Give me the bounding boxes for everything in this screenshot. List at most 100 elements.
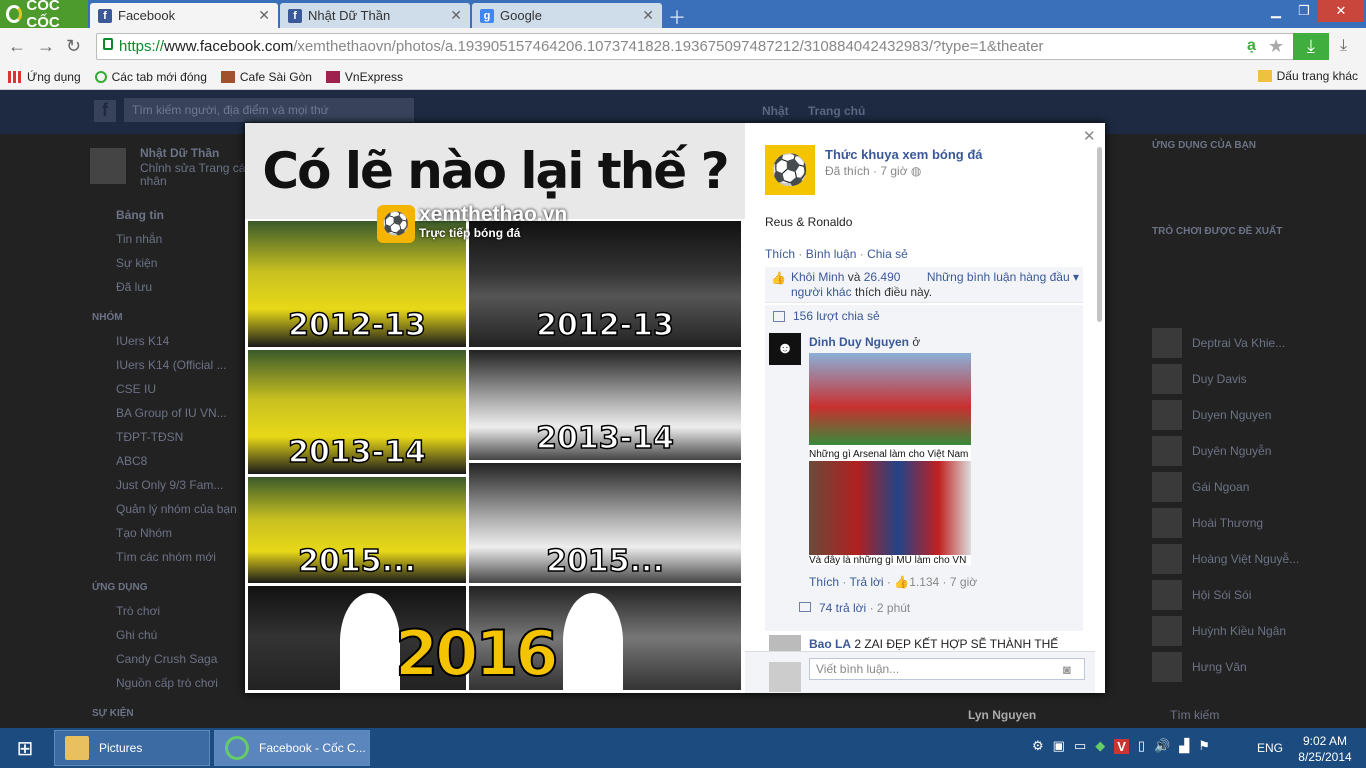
avatar[interactable] — [1152, 652, 1182, 682]
tab-nhat-du-than[interactable]: f Nhật Dữ Thần ✕ — [280, 3, 470, 28]
likes-others-link[interactable]: người khác — [791, 285, 852, 299]
reload-button[interactable]: ↻ — [66, 36, 81, 57]
sidebar-item[interactable]: Tạo Nhóm — [116, 526, 172, 540]
close-tab-icon[interactable]: ✕ — [258, 7, 270, 24]
avatar[interactable] — [90, 148, 126, 184]
sidebar-item[interactable]: BA Group of IU VN... — [116, 406, 227, 420]
comment-image-top[interactable] — [809, 353, 971, 461]
comment-likes-count[interactable]: 👍1.134 — [894, 575, 939, 589]
sidebar-item[interactable]: Nguồn cấp trò chơi — [116, 676, 218, 690]
facebook-logo-icon[interactable]: f — [94, 100, 116, 122]
bookmark-cafe-sai-gon[interactable]: Cafe Sài Gòn — [220, 70, 312, 84]
chat-friend[interactable]: Duyen Nguyen — [1192, 408, 1271, 422]
chat-search-input[interactable]: Tìm kiếm — [1170, 708, 1219, 722]
avatar[interactable] — [1152, 544, 1182, 574]
chat-friend[interactable]: Hoàng Việt Nguyễ... — [1192, 552, 1299, 566]
avatar[interactable] — [1152, 580, 1182, 610]
bookmark-recent-tabs[interactable]: Các tab mới đóng — [94, 70, 207, 84]
avatar[interactable] — [1152, 436, 1182, 466]
sidebar-item[interactable]: Just Only 9/3 Fam... — [116, 478, 223, 492]
camera-icon[interactable]: ◙ — [1063, 662, 1071, 677]
sidebar-item[interactable]: Sự kiện — [116, 256, 157, 270]
network-tools-icon[interactable]: ⚙ — [1032, 738, 1044, 754]
close-tab-icon[interactable]: ✕ — [450, 7, 462, 24]
chat-tab[interactable]: Lyn Nguyen — [968, 708, 1036, 722]
sidebar-item[interactable]: Quản lý nhóm của bạn — [116, 502, 237, 516]
sidebar-item[interactable]: IUers K14 — [116, 334, 169, 348]
system-clock[interactable]: 9:02 AM 8/25/2014 — [1292, 733, 1358, 765]
sidebar-item[interactable]: Bảng tin — [116, 208, 164, 222]
sidebar-item[interactable]: Ghi chú — [116, 628, 157, 642]
sidebar-item[interactable]: ABC8 — [116, 454, 147, 468]
tab-facebook[interactable]: f Facebook ✕ — [90, 3, 278, 28]
security-icon[interactable]: ◆ — [1095, 738, 1105, 754]
minimize-button[interactable]: ▁ — [1262, 0, 1290, 22]
bookmark-star-icon[interactable]: ★ — [1268, 36, 1284, 57]
photo-image[interactable]: Có lẽ nào lại thế ? 2012-13 2012-13 2013… — [245, 123, 745, 693]
facebook-search-input[interactable]: Tìm kiếm người, địa điểm và mọi thứ — [124, 98, 414, 122]
comment-image-bottom[interactable] — [809, 461, 971, 563]
monitor-icon[interactable]: ▭ — [1074, 738, 1086, 754]
chat-friend[interactable]: Hoài Thương — [1192, 516, 1263, 530]
fb-top-user-link[interactable]: Nhật — [762, 104, 789, 118]
download-button[interactable]: ⤓ — [1293, 33, 1329, 60]
sidebar-item[interactable]: CSE IU — [116, 382, 156, 396]
page-name-link[interactable]: Thức khuya xem bóng đá — [825, 147, 983, 162]
share-link[interactable]: Chia sẻ — [867, 247, 908, 261]
start-button[interactable]: ⊞ — [0, 728, 50, 768]
action-center-icon[interactable]: ⚑ — [1198, 738, 1210, 754]
comment-like-link[interactable]: Thích — [809, 575, 839, 589]
close-tab-icon[interactable]: ✕ — [642, 7, 654, 24]
chat-friend[interactable]: Hưng Văn — [1192, 660, 1247, 674]
comment-author-link[interactable]: Dinh Duy Nguyen — [809, 335, 909, 349]
bookmark-other-folder[interactable]: Dấu trang khác — [1257, 69, 1358, 83]
chat-friend[interactable]: Gái Ngoan — [1192, 480, 1249, 494]
close-icon[interactable]: ✕ — [1083, 127, 1096, 145]
language-indicator[interactable]: ENG — [1257, 741, 1283, 755]
avatar[interactable] — [1152, 328, 1182, 358]
chat-friend[interactable]: Duyên Nguyễn — [1192, 444, 1271, 458]
chat-friend[interactable]: Hội Sói Sói — [1192, 588, 1251, 602]
sidebar-item[interactable]: Tin nhắn — [116, 232, 162, 246]
sidebar-item[interactable]: Trò chơi — [116, 604, 160, 618]
forward-button[interactable]: → — [37, 36, 55, 57]
sidebar-item[interactable]: Tìm các nhóm mới — [116, 550, 216, 564]
close-window-button[interactable]: ✕ — [1318, 0, 1364, 22]
comment-link[interactable]: Bình luận — [806, 247, 857, 261]
view-replies-link[interactable]: 74 trả lời · 2 phút — [799, 601, 910, 615]
avatar[interactable] — [1152, 616, 1182, 646]
chat-friend[interactable]: Huỳnh Kiều Ngân — [1192, 624, 1286, 638]
back-button[interactable]: ← — [8, 36, 26, 57]
downloads-icon[interactable]: ⤓ — [1340, 37, 1347, 55]
replies-count[interactable]: 74 trả lời — [819, 601, 866, 615]
sidebar-item[interactable]: Candy Crush Saga — [116, 652, 217, 666]
sidebar-item[interactable]: IUers K14 (Official ... — [116, 358, 226, 372]
address-bar[interactable]: https://www.facebook.com/xemthethaovn/ph… — [96, 33, 1296, 60]
profile-edit-link[interactable]: Chỉnh sửa Trang cá nhân — [140, 162, 250, 188]
tab-google[interactable]: g Google ✕ — [472, 3, 662, 28]
taskbar-item-coccoc[interactable]: Facebook - Cốc C... — [214, 730, 370, 766]
avatar[interactable]: ☻ — [769, 333, 801, 365]
sidebar-item[interactable]: Đã lưu — [116, 280, 152, 294]
avatar[interactable] — [1152, 400, 1182, 430]
comment-sort-dropdown[interactable]: Những bình luận hàng đầu ▾ — [927, 270, 1079, 285]
comment-input[interactable]: Viết bình luận... — [809, 658, 1085, 680]
shares-link[interactable]: 156 lượt chia sẻ — [765, 305, 1083, 329]
clipboard-icon[interactable]: ▣ — [1053, 738, 1065, 754]
vietkey-icon[interactable]: V — [1114, 738, 1129, 754]
volume-icon[interactable]: 🔊 — [1154, 738, 1170, 754]
likes-count-link[interactable]: 26.490 — [864, 270, 901, 284]
lock-icon[interactable] — [103, 38, 113, 50]
chat-friend[interactable]: Duy Davis — [1192, 372, 1247, 386]
coccoc-menu-button[interactable]: CỐC CỐC — [0, 0, 88, 31]
sidebar-item[interactable]: TĐPT-TĐSN — [116, 430, 183, 444]
liker-link[interactable]: Khôi Minh — [791, 270, 844, 284]
page-avatar[interactable]: ⚽ — [765, 145, 815, 195]
coccoc-dictionary-icon[interactable]: ạ — [1247, 37, 1256, 55]
wifi-signal-icon[interactable]: ▟ — [1179, 738, 1189, 754]
profile-name[interactable]: Nhật Dữ Thần — [140, 146, 219, 160]
avatar[interactable] — [1152, 364, 1182, 394]
like-link[interactable]: Thích — [765, 247, 795, 261]
bookmark-vnexpress[interactable]: VnExpress — [325, 70, 403, 84]
avatar[interactable] — [1152, 508, 1182, 538]
